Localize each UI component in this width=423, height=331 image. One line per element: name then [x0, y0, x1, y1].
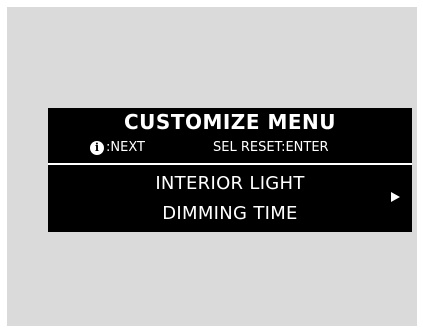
right-triangle-icon[interactable]: [391, 192, 400, 202]
menu-title: CUSTOMIZE MENU: [124, 110, 336, 134]
menu-item-line-1[interactable]: INTERIOR LIGHT: [48, 173, 412, 195]
screen-background: CUSTOMIZE MENU i :NEXT SEL RESET:ENTER I…: [7, 7, 417, 326]
divider: [48, 163, 412, 165]
next-hint: i :NEXT: [90, 138, 145, 158]
info-icon: i: [90, 141, 104, 155]
hint-row: i :NEXT SEL RESET:ENTER: [48, 138, 412, 158]
multi-info-display: CUSTOMIZE MENU i :NEXT SEL RESET:ENTER I…: [48, 108, 412, 232]
reset-hint: SEL RESET:ENTER: [213, 140, 329, 155]
next-hint-label: :NEXT: [106, 140, 145, 155]
menu-item-line-2[interactable]: DIMMING TIME: [48, 203, 412, 225]
